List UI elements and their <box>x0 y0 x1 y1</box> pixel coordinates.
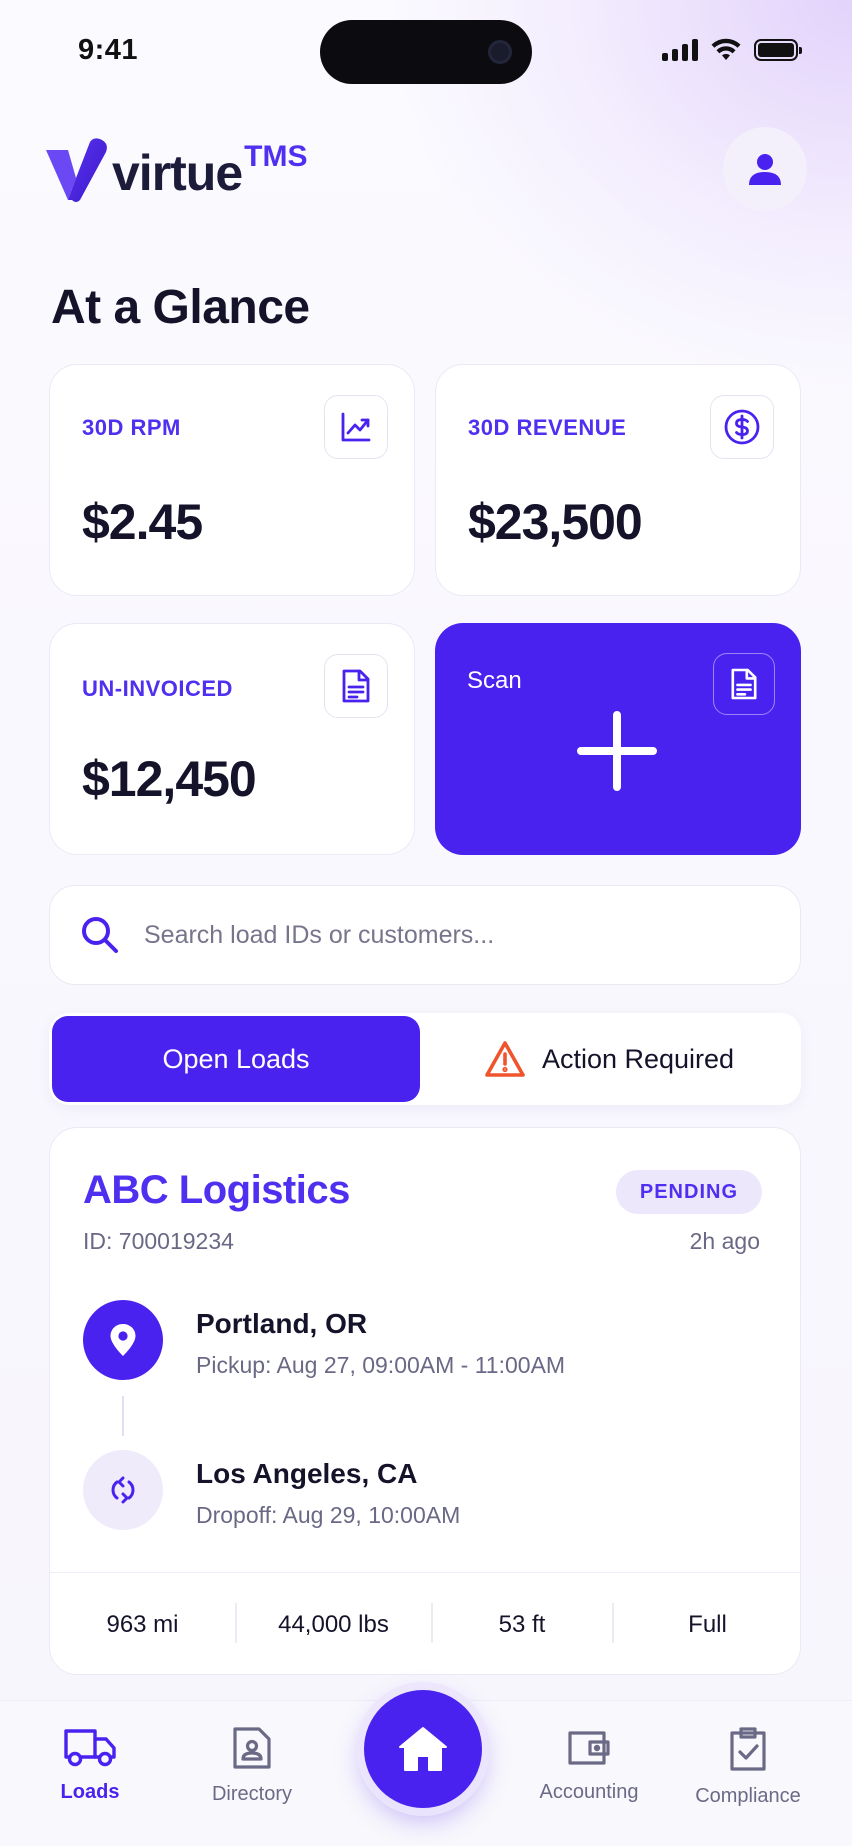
document-icon <box>342 669 370 703</box>
metric-length: 53 ft <box>498 1611 546 1638</box>
logo-mark-icon <box>46 138 107 202</box>
app-screen: 9:41 virtue TMS At a Glance 30D RPM $2.4… <box>0 0 852 1846</box>
stat-value: $23,500 <box>468 494 643 550</box>
wallet-icon <box>568 1731 610 1765</box>
contact-card-icon <box>233 1727 271 1769</box>
logo-text: virtue <box>112 145 243 201</box>
clipboard-check-icon <box>730 1727 766 1771</box>
stat-icon-box <box>324 395 388 459</box>
page-title: At a Glance <box>51 281 310 334</box>
status-time: 9:41 <box>78 34 139 66</box>
tab-action-required[interactable]: Action Required <box>420 1016 798 1102</box>
load-id: ID: 700019234 <box>83 1228 234 1254</box>
pickup-time: Pickup: Aug 27, 09:00AM - 11:00AM <box>196 1352 566 1378</box>
tab-action-required-label: Action Required <box>541 1043 735 1074</box>
logo-suffix: TMS <box>244 140 308 173</box>
trending-up-icon <box>341 412 371 442</box>
metric-load-type: Full <box>688 1611 727 1638</box>
metric-weight: 44,000 lbs <box>278 1611 389 1638</box>
nav-item-loads[interactable]: Loads <box>20 1725 160 1804</box>
scan-label: Scan <box>467 667 522 694</box>
search-bar[interactable] <box>49 885 801 985</box>
dropoff-marker <box>83 1450 163 1530</box>
dropoff-time: Dropoff: Aug 29, 10:00AM <box>196 1502 461 1528</box>
home-button[interactable] <box>364 1690 482 1808</box>
nav-item-compliance[interactable]: Compliance <box>678 1725 818 1808</box>
scan-button[interactable]: Scan <box>435 623 801 855</box>
signal-icon <box>662 39 698 61</box>
plus-icon <box>577 711 657 791</box>
load-tabs: Open Loads Action Required <box>49 1013 801 1105</box>
map-pin-icon <box>110 1324 136 1356</box>
load-company: ABC Logistics <box>83 1168 350 1212</box>
dollar-circle-icon <box>724 409 760 445</box>
nav-label: Loads <box>60 1781 120 1803</box>
metric-distance: 963 mi <box>106 1611 179 1638</box>
profile-button[interactable] <box>723 127 807 211</box>
battery-icon <box>754 39 802 61</box>
dropoff-city: Los Angeles, CA <box>196 1458 418 1489</box>
warning-icon <box>485 1041 525 1077</box>
scan-icon-box <box>713 653 775 715</box>
stat-card-revenue[interactable]: 30D REVENUE $23,500 <box>435 364 801 596</box>
dynamic-island <box>320 20 532 84</box>
stat-icon-box <box>324 654 388 718</box>
search-input[interactable] <box>144 920 744 950</box>
load-card[interactable]: ABC Logistics ID: 700019234 PENDING 2h a… <box>49 1127 801 1675</box>
nav-label: Compliance <box>695 1785 801 1807</box>
stat-value: $12,450 <box>82 751 257 807</box>
load-age: 2h ago <box>689 1228 760 1254</box>
status-badge: PENDING <box>615 1170 762 1214</box>
sync-icon <box>111 1476 135 1504</box>
truck-icon <box>64 1729 116 1767</box>
pickup-marker <box>83 1300 163 1380</box>
stat-card-uninvoiced[interactable]: UN-INVOICED $12,450 <box>49 623 415 855</box>
tab-open-loads[interactable]: Open Loads <box>52 1016 420 1102</box>
camera-icon <box>488 40 512 64</box>
nav-item-directory[interactable]: Directory <box>182 1725 322 1806</box>
stat-label: 30D REVENUE <box>468 415 627 440</box>
stat-icon-box <box>710 395 774 459</box>
load-metrics: 963 mi 44,000 lbs 53 ft Full <box>50 1572 800 1674</box>
pickup-city: Portland, OR <box>196 1308 368 1339</box>
nav-item-accounting[interactable]: Accounting <box>519 1725 659 1804</box>
nav-label: Directory <box>211 1783 292 1805</box>
nav-label: Accounting <box>539 1781 639 1803</box>
stat-card-rpm[interactable]: 30D RPM $2.45 <box>49 364 415 596</box>
status-icons <box>662 38 802 62</box>
user-icon <box>749 154 781 185</box>
stat-value: $2.45 <box>82 494 203 550</box>
app-logo: virtue TMS <box>46 138 308 204</box>
search-icon <box>82 917 118 953</box>
stat-label: 30D RPM <box>82 415 181 440</box>
stat-label: UN-INVOICED <box>82 676 233 701</box>
home-icon <box>399 1727 447 1771</box>
document-icon <box>731 668 757 700</box>
route-connector <box>122 1396 124 1436</box>
wifi-icon <box>711 38 741 60</box>
